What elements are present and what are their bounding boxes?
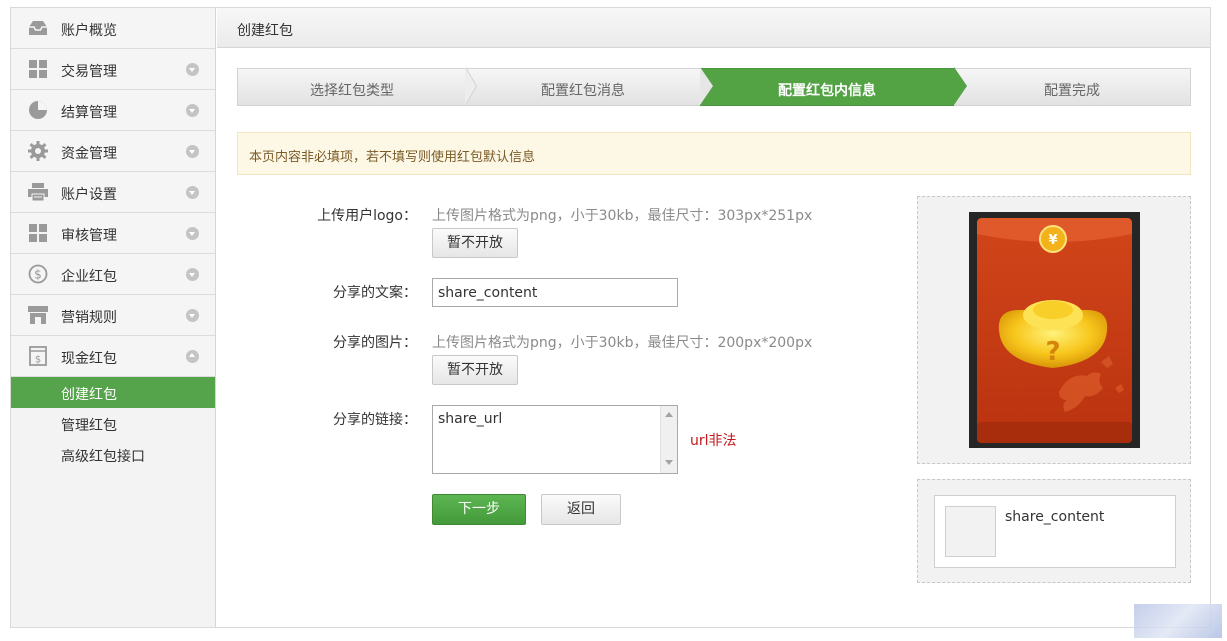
scroll-up-icon <box>665 412 673 417</box>
printer-icon <box>28 183 48 202</box>
share-card-text: share_content <box>1005 509 1105 525</box>
sidebar-item-label: 审核管理 <box>61 228 117 244</box>
share-link-error: url非法 <box>690 433 737 449</box>
sidebar-item-label: 账户概览 <box>61 23 117 39</box>
step-label: 配置红包内信息 <box>778 83 876 99</box>
upload-logo-button[interactable]: 暂不开放 <box>432 228 518 258</box>
sidebar-subitem-advanced-api[interactable]: 高级红包接口 <box>11 439 215 470</box>
sidebar-item-label: 营销规则 <box>61 310 117 326</box>
step-separator <box>465 67 476 105</box>
notice-text: 本页内容非必填项，若不填写则使用红包默认信息 <box>249 150 536 165</box>
sidebar-item-label: 企业红包 <box>61 269 117 285</box>
sidebar-item-review[interactable]: 审核管理 <box>11 213 215 254</box>
share-text-input[interactable] <box>432 278 678 307</box>
step-label: 选择红包类型 <box>310 83 394 99</box>
share-card: share_content <box>934 495 1176 568</box>
sidebar-item-label: 资金管理 <box>61 146 117 162</box>
share-image-label: 分享的图片： <box>333 335 417 351</box>
sidebar-subitem-create-redpacket[interactable]: 创建红包 <box>11 377 215 408</box>
share-link-label: 分享的链接： <box>333 412 417 428</box>
store-icon <box>28 306 48 324</box>
chevron-down-icon <box>186 63 199 76</box>
money-bag-icon: $ <box>29 346 47 366</box>
redpacket-illustration: ¥ ? <box>969 212 1140 448</box>
share-link-textarea[interactable]: share_url <box>432 405 678 474</box>
sidebar-item-label: 结算管理 <box>61 105 117 121</box>
next-step-button[interactable]: 下一步 <box>432 494 526 525</box>
notice-banner: 本页内容非必填项，若不填写则使用红包默认信息 <box>237 132 1191 175</box>
chevron-down-icon <box>186 227 199 240</box>
share-link-value: share_url <box>438 411 503 427</box>
upload-share-image-button[interactable]: 暂不开放 <box>432 355 518 385</box>
grid-icon <box>29 60 47 78</box>
sidebar-item-funds[interactable]: 资金管理 <box>11 131 215 172</box>
page-header: 创建红包 <box>217 8 1210 48</box>
chevron-up-icon <box>186 350 199 363</box>
share-image-hint: 上传图片格式为png，小于30kb，最佳尺寸：200px*200px <box>432 335 813 351</box>
logo-label: 上传用户logo： <box>317 208 417 224</box>
sidebar-item-transactions[interactable]: 交易管理 <box>11 49 215 90</box>
step-label: 配置红包消息 <box>541 83 625 99</box>
sidebar-item-marketing-rules[interactable]: 营销规则 <box>11 295 215 336</box>
scroll-down-icon <box>665 460 673 465</box>
step-separator <box>954 67 967 105</box>
chevron-down-icon <box>186 104 199 117</box>
share-text-label: 分享的文案： <box>333 285 417 301</box>
sidebar-item-label: 交易管理 <box>61 64 117 80</box>
app-frame: 账户概览 交易管理 结算管理 资金管理 账户设置 审核管理 $ 企业红包 营销规… <box>10 7 1211 628</box>
chevron-down-icon <box>186 268 199 281</box>
redpacket-envelope-image: ¥ ? <box>969 212 1140 448</box>
dollar-coin-icon: $ <box>28 264 48 284</box>
sidebar-subitem-manage-redpacket[interactable]: 管理红包 <box>11 408 215 439</box>
step-complete: 配置完成 <box>954 68 1191 106</box>
grid-icon <box>29 224 47 242</box>
gear-icon <box>28 141 48 161</box>
textarea-scrollbar[interactable] <box>660 406 677 473</box>
chevron-down-icon <box>186 145 199 158</box>
coin-symbol: ¥ <box>1048 233 1057 248</box>
question-mark: ? <box>1045 337 1060 367</box>
inbox-icon <box>29 21 47 35</box>
sidebar-item-label: 现金红包 <box>61 351 117 367</box>
back-button[interactable]: 返回 <box>541 494 621 525</box>
step-label: 配置完成 <box>1044 83 1100 99</box>
sidebar-item-enterprise-redpacket[interactable]: $ 企业红包 <box>11 254 215 295</box>
sidebar-item-label: 账户设置 <box>61 187 117 203</box>
sidebar: 账户概览 交易管理 结算管理 资金管理 账户设置 审核管理 $ 企业红包 营销规… <box>11 8 216 627</box>
main-content: 创建红包 选择红包类型 配置红包消息 配置红包内信息 配置完成 本页内容非必填项… <box>217 8 1210 627</box>
share-thumbnail <box>945 506 996 557</box>
svg-text:$: $ <box>34 268 42 282</box>
redpacket-preview: ¥ ? <box>917 196 1191 464</box>
logo-hint: 上传图片格式为png，小于30kb，最佳尺寸：303px*251px <box>432 208 813 224</box>
chevron-down-icon <box>186 309 199 322</box>
step-configure-message: 配置红包消息 <box>466 68 700 106</box>
svg-text:$: $ <box>35 355 41 366</box>
pie-chart-icon <box>29 101 47 119</box>
step-select-type: 选择红包类型 <box>237 68 466 106</box>
sidebar-item-settlement[interactable]: 结算管理 <box>11 90 215 131</box>
chevron-down-icon <box>186 186 199 199</box>
sidebar-subitem-label: 创建红包 <box>61 387 117 403</box>
step-separator <box>700 67 713 105</box>
sidebar-subitem-label: 管理红包 <box>61 418 117 434</box>
step-configure-inner-info: 配置红包内信息 <box>700 68 954 106</box>
step-progress: 选择红包类型 配置红包消息 配置红包内信息 配置完成 <box>237 67 1191 106</box>
sidebar-item-cash-redpacket[interactable]: $ 现金红包 <box>11 336 215 377</box>
page-title: 创建红包 <box>237 23 293 39</box>
sidebar-item-account-settings[interactable]: 账户设置 <box>11 172 215 213</box>
watermark-image <box>1134 604 1222 638</box>
share-preview: share_content <box>917 479 1191 583</box>
sidebar-subitem-label: 高级红包接口 <box>61 449 145 465</box>
sidebar-item-account-overview[interactable]: 账户概览 <box>11 8 215 49</box>
